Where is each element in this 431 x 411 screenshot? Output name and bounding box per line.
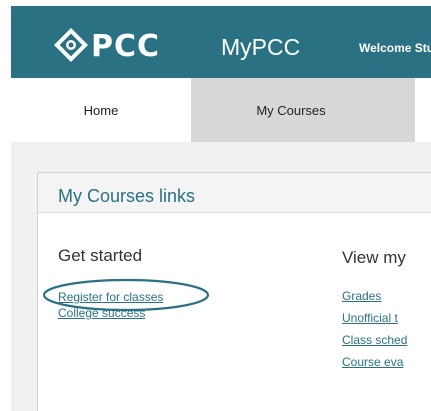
tab-bar-edge <box>415 78 431 142</box>
logo-text: PCC <box>91 29 161 64</box>
site-header: PCC MyPCC Welcome Student <box>11 6 431 78</box>
my-courses-links-card: My Courses links Get started Register fo… <box>37 172 431 411</box>
tab-my-courses[interactable]: My Courses <box>191 78 391 142</box>
view-my-links: Grades Unofficial t Class sched Course e… <box>342 288 431 398</box>
class-schedule-link[interactable]: Class sched <box>342 333 407 347</box>
get-started-heading: Get started <box>58 246 143 265</box>
welcome-text: Welcome Student <box>359 41 431 55</box>
tab-my-courses-label: My Courses <box>256 102 326 118</box>
tab-home-label: Home <box>83 102 119 118</box>
course-evaluations-link[interactable]: Course eva <box>342 355 403 369</box>
card-title-bar: My Courses links <box>38 173 431 213</box>
tab-home[interactable]: Home <box>11 78 191 142</box>
view-my-heading: View my <box>342 248 406 267</box>
card-title: My Courses links <box>58 186 196 206</box>
main-content: My Courses links Get started Register fo… <box>11 142 431 411</box>
nav-tabs: Home My Courses <box>11 78 431 142</box>
register-for-classes-link[interactable]: Register for classes <box>58 290 163 304</box>
college-success-link[interactable]: College success <box>58 306 145 320</box>
mypcc-window: PCC MyPCC Welcome Student Home My Course… <box>0 0 431 411</box>
app-name: MyPCC <box>221 34 301 60</box>
unofficial-transcript-link[interactable]: Unofficial t <box>342 311 398 325</box>
grades-link[interactable]: Grades <box>342 289 381 303</box>
pcc-logo[interactable]: PCC <box>53 27 213 64</box>
